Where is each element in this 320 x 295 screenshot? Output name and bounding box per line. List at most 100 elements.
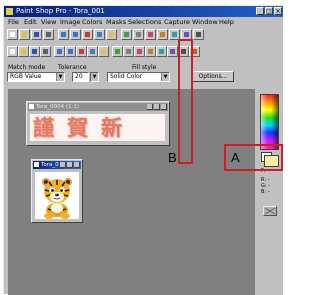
zoom-tool-icon[interactable] — [7, 46, 18, 57]
dropper-icon[interactable] — [87, 46, 98, 57]
deformation-icon[interactable] — [18, 46, 29, 57]
standard-toolbar — [7, 29, 237, 41]
retouch-icon — [137, 49, 142, 54]
eraser-icon — [148, 49, 153, 54]
tolerance-label: Tolerance — [58, 64, 87, 71]
minimize-icon[interactable] — [60, 162, 66, 168]
maximize-button[interactable]: □ — [265, 7, 273, 15]
chevron-down-icon: ▼ — [161, 73, 169, 81]
menu-edit[interactable]: Edit — [24, 17, 37, 27]
zoom-icon[interactable] — [121, 29, 132, 40]
lasso-icon[interactable] — [65, 46, 76, 57]
mover-icon[interactable] — [40, 46, 51, 57]
match-mode-select[interactable]: RGB Value ▼ — [7, 72, 65, 82]
fill-style-select[interactable]: Solid Color ▼ — [107, 72, 170, 82]
eraser-icon[interactable] — [145, 46, 156, 57]
color-replacer-icon[interactable] — [123, 46, 134, 57]
menu-file[interactable]: File — [8, 17, 19, 27]
menu-selections[interactable]: Selections — [128, 17, 161, 27]
tool-palette — [7, 46, 237, 58]
banner-document-title: Tora_0004 (1:1) — [36, 104, 80, 110]
match-mode-value: RGB Value — [10, 73, 42, 80]
palette-icon[interactable] — [145, 29, 156, 40]
zoom-tool-icon — [10, 49, 15, 54]
maximize-icon[interactable] — [67, 162, 73, 168]
maximize-icon[interactable] — [154, 104, 160, 110]
tiger-document-window[interactable]: Tora_0 — [31, 159, 83, 223]
open-icon[interactable] — [19, 29, 30, 40]
options-button[interactable]: Options... — [192, 71, 234, 82]
menu-colors[interactable]: Colors — [82, 17, 102, 27]
new-icon[interactable] — [7, 29, 18, 40]
zoom-icon — [124, 32, 129, 37]
app-title-bar[interactable]: Paint Shop Pro - Tora_001 _ □ × — [4, 6, 283, 17]
clone-icon — [115, 49, 120, 54]
selection-icon[interactable] — [54, 46, 65, 57]
crop-icon[interactable] — [29, 46, 40, 57]
text-icon — [170, 49, 175, 54]
spinner-icon: ▼ — [91, 73, 98, 81]
color-info-b: B: - — [261, 189, 270, 195]
browse-icon — [160, 32, 165, 37]
menu-help[interactable]: Help — [219, 17, 234, 27]
banner-canvas[interactable]: 謹賀新年 — [30, 114, 165, 141]
menu-window[interactable]: Window — [192, 17, 218, 27]
paintbrush-icon[interactable] — [98, 46, 109, 57]
minimize-button[interactable]: _ — [256, 7, 264, 15]
undo-icon[interactable] — [58, 29, 69, 40]
tiger-illustration — [42, 178, 72, 219]
close-icon[interactable] — [161, 104, 167, 110]
help-icon — [196, 32, 201, 37]
tolerance-spinner[interactable]: ▼ — [90, 72, 99, 82]
workspace: Tora_0004 (1:1) 謹賀新年 Tora_0 — [8, 89, 255, 295]
magic-wand-icon[interactable] — [76, 46, 87, 57]
tolerance-input[interactable]: 20 — [72, 72, 89, 82]
menu-capture[interactable]: Capture — [164, 17, 190, 27]
text-icon[interactable] — [167, 46, 178, 57]
banner-document-title-bar[interactable]: Tora_0004 (1:1) — [28, 103, 168, 111]
flood-fill-icon[interactable] — [156, 46, 167, 57]
deformation-icon — [21, 49, 26, 54]
paste-icon[interactable] — [106, 29, 117, 40]
paintbrush-icon — [101, 49, 106, 54]
cut-icon — [85, 32, 90, 37]
save-icon[interactable] — [31, 29, 42, 40]
callout-label-a: A — [231, 150, 240, 165]
browse-icon[interactable] — [157, 29, 168, 40]
tiger-document-title: Tora_0 — [41, 162, 59, 168]
color-spectrum-picker[interactable] — [260, 94, 279, 150]
close-icon[interactable] — [74, 162, 80, 168]
clone-icon[interactable] — [112, 46, 123, 57]
copy-icon — [97, 32, 102, 37]
chevron-down-icon: ▼ — [56, 73, 64, 81]
close-icon — [264, 207, 276, 215]
copy-icon[interactable] — [94, 29, 105, 40]
dropper-icon — [90, 49, 95, 54]
redo-icon[interactable] — [70, 29, 81, 40]
new-year-greeting-text: 謹賀新年 — [33, 115, 135, 140]
fill-style-value: Solid Color — [110, 73, 143, 80]
magic-wand-icon — [79, 49, 84, 54]
callout-label-b: B — [168, 150, 177, 165]
tool-options-labels: Match mode Tolerance Fill style — [4, 64, 204, 72]
print-icon[interactable] — [43, 29, 54, 40]
close-button[interactable]: × — [274, 7, 282, 15]
layers-icon — [172, 32, 177, 37]
app-icon — [6, 8, 13, 15]
banner-document-window[interactable]: Tora_0004 (1:1) 謹賀新年 — [26, 101, 170, 146]
minimize-icon[interactable] — [147, 104, 153, 110]
tiger-document-title-bar[interactable]: Tora_0 — [33, 161, 81, 169]
menu-bar: File Edit View Image Colors Masks Select… — [4, 17, 283, 27]
help-icon[interactable] — [193, 29, 204, 40]
fit-icon[interactable] — [133, 29, 144, 40]
retouch-icon[interactable] — [134, 46, 145, 57]
transparency-toggle[interactable] — [263, 206, 277, 216]
menu-view[interactable]: View — [41, 17, 56, 27]
open-icon — [22, 32, 27, 37]
tiger-canvas[interactable] — [35, 172, 79, 219]
menu-masks[interactable]: Masks — [106, 17, 126, 27]
undo-icon — [61, 32, 66, 37]
menu-image[interactable]: Image — [60, 17, 80, 27]
redo-icon — [73, 32, 78, 37]
cut-icon[interactable] — [82, 29, 93, 40]
